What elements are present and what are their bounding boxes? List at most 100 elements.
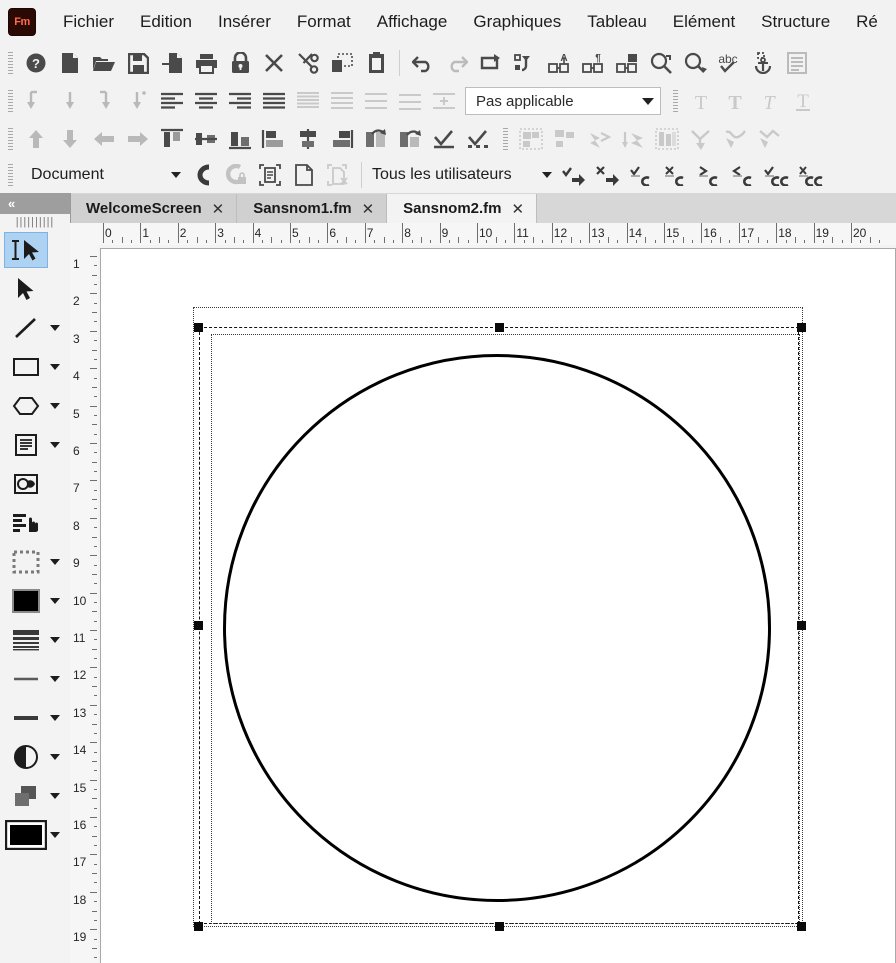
tool-line-style[interactable] — [4, 700, 48, 736]
ungroup-objects-icon[interactable] — [548, 124, 582, 154]
menu-fichier[interactable]: Fichier — [50, 8, 127, 36]
align-objects-right-icon[interactable] — [325, 124, 359, 154]
toolbar-grip[interactable] — [6, 125, 15, 152]
toolbar-grip[interactable] — [671, 88, 680, 114]
menu-affichage[interactable]: Affichage — [364, 8, 461, 36]
spellcheck-icon[interactable]: abc — [712, 48, 746, 78]
tool-fill-pattern[interactable] — [4, 622, 48, 658]
space-above-icon[interactable] — [427, 86, 461, 116]
chevron-down-icon[interactable] — [542, 172, 552, 178]
selection-handle-bottom-center[interactable] — [495, 922, 504, 931]
find-next-icon[interactable] — [678, 48, 712, 78]
text-frame-icon[interactable] — [780, 48, 814, 78]
toolbar-grip[interactable] — [6, 162, 15, 188]
tool-line[interactable] — [4, 310, 48, 346]
indent-first-line-icon[interactable] — [19, 86, 53, 116]
align-objects-center-icon[interactable] — [291, 124, 325, 154]
selection-handle-top-center[interactable] — [495, 323, 504, 332]
ellipse-shape[interactable] — [223, 354, 771, 902]
validate-document-icon[interactable] — [253, 160, 287, 190]
paste-icon[interactable] — [359, 48, 393, 78]
tool-color[interactable] — [4, 817, 48, 853]
invalid-document-icon[interactable] — [321, 160, 355, 190]
menu-edition[interactable]: Edition — [127, 8, 205, 36]
selection-handle-middle-right[interactable] — [797, 621, 806, 630]
tool-image[interactable] — [4, 466, 48, 502]
new-document-icon[interactable] — [53, 48, 87, 78]
tool-select-area[interactable] — [4, 544, 48, 580]
rotate-object-icon[interactable] — [359, 124, 393, 154]
accept-change-icon[interactable] — [556, 160, 590, 190]
align-middle-icon[interactable] — [189, 124, 223, 154]
reject-change-icon[interactable] — [590, 160, 624, 190]
move-down-icon[interactable] — [53, 124, 87, 154]
italic-text-icon[interactable]: T — [752, 86, 786, 116]
tab-sansnom1[interactable]: Sansnom1.fm ✕ — [237, 194, 388, 223]
indent-right-icon[interactable] — [87, 86, 121, 116]
vertical-ruler[interactable]: 1 2 3 4 5 6 7 8 9 10 11 12 13 14 15 16 17 18 19 — [70, 245, 99, 963]
toolbar-grip[interactable] — [501, 125, 510, 152]
tool-fill-color[interactable] — [4, 583, 48, 619]
menu-structure[interactable]: Structure — [748, 8, 843, 36]
close-icon[interactable]: ✕ — [362, 200, 375, 218]
document-canvas[interactable] — [98, 245, 896, 963]
palette-drag-grip[interactable]: |||||||||| — [0, 214, 70, 230]
tool-rectangle[interactable] — [4, 349, 48, 385]
menu-format[interactable]: Format — [284, 8, 364, 36]
chevron-down-icon[interactable] — [50, 558, 60, 565]
print-icon[interactable] — [189, 48, 223, 78]
distribute-objects-icon[interactable] — [650, 124, 684, 154]
redo-icon[interactable] — [440, 48, 474, 78]
save-icon[interactable] — [121, 48, 155, 78]
paragraph-format-combo[interactable]: Pas applicable — [465, 87, 661, 115]
join-paths-icon[interactable] — [684, 124, 718, 154]
move-right-icon[interactable] — [121, 124, 155, 154]
accept-element-icon[interactable] — [624, 160, 658, 190]
accept-all-changes-icon[interactable] — [760, 160, 794, 190]
align-top-icon[interactable] — [155, 124, 189, 154]
find-table-format-icon[interactable] — [610, 48, 644, 78]
help-icon[interactable]: ? — [19, 48, 53, 78]
chevron-down-icon[interactable] — [50, 675, 60, 682]
chevron-down-icon[interactable] — [50, 753, 60, 760]
document-page[interactable] — [100, 248, 896, 963]
chevron-down-icon[interactable] — [50, 402, 60, 409]
anchor-icon[interactable] — [746, 48, 780, 78]
tab-sansnom2[interactable]: Sansnom2.fm ✕ — [387, 194, 538, 223]
tool-object-select[interactable] — [4, 271, 48, 307]
lock-icon[interactable] — [223, 48, 257, 78]
indent-both-icon[interactable] — [121, 86, 155, 116]
chevron-down-icon[interactable] — [642, 97, 654, 105]
structure-locked-icon[interactable] — [219, 160, 253, 190]
chevron-down-icon[interactable] — [171, 172, 181, 178]
menu-inserer[interactable]: Insérer — [205, 8, 284, 36]
palette-collapse-button[interactable]: « — [0, 193, 70, 214]
conditional-user-combo[interactable]: Tous les utilisateurs — [368, 162, 556, 188]
tool-tint[interactable] — [4, 739, 48, 775]
chevron-down-icon[interactable] — [50, 792, 60, 799]
selection-handle-bottom-right[interactable] — [797, 922, 806, 931]
chevron-down-icon[interactable] — [50, 714, 60, 721]
unsmooth-path-icon[interactable] — [752, 124, 786, 154]
close-icon[interactable] — [257, 48, 291, 78]
line-spacing-single-icon[interactable] — [291, 86, 325, 116]
tab-welcomescreen[interactable]: WelcomeScreen ✕ — [70, 194, 238, 223]
cut-scissors-icon[interactable] — [291, 48, 325, 78]
bring-to-front-icon[interactable] — [582, 124, 616, 154]
bold-text-icon[interactable]: T — [718, 86, 752, 116]
move-up-icon[interactable] — [19, 124, 53, 154]
menu-tableau[interactable]: Tableau — [574, 8, 660, 36]
send-to-back-icon[interactable] — [616, 124, 650, 154]
line-spacing-onehalf-icon[interactable] — [325, 86, 359, 116]
align-objects-left-icon[interactable] — [257, 124, 291, 154]
plain-text-icon[interactable]: T — [684, 86, 718, 116]
view-mode-combo[interactable]: Document — [19, 162, 185, 188]
find-character-format-icon[interactable]: A — [542, 48, 576, 78]
smooth-path-icon[interactable] — [718, 124, 752, 154]
chevron-down-icon[interactable] — [50, 324, 60, 331]
align-left-icon[interactable] — [155, 86, 189, 116]
tool-smart-select[interactable] — [4, 231, 48, 268]
check-spelling-all-icon[interactable] — [461, 124, 495, 154]
repeat-icon[interactable] — [474, 48, 508, 78]
flip-object-icon[interactable] — [393, 124, 427, 154]
